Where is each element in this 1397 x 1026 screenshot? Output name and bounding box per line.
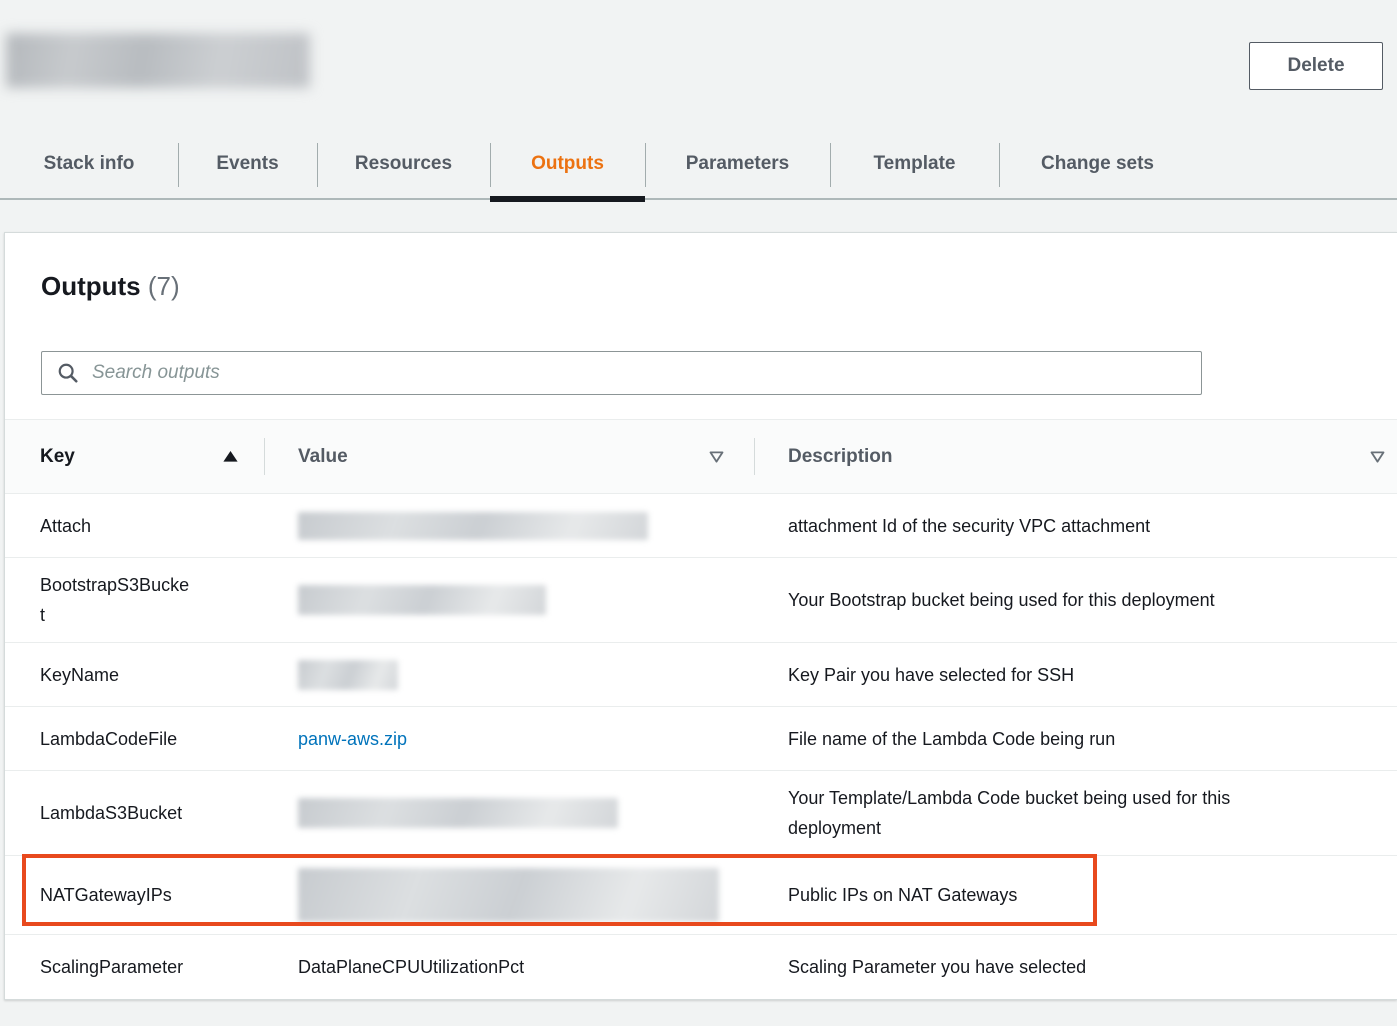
key-cell: KeyName [5,660,264,690]
output-description: Scaling Parameter you have selected [788,952,1086,982]
table-row: Attach attachment Id of the security VPC … [5,494,1397,558]
tab-bar: Stack info Events Resources Outputs Para… [0,130,1397,200]
output-description: Public IPs on NAT Gateways [788,880,1017,910]
table-row: KeyName Key Pair you have selected for SS… [5,643,1397,707]
value-cell: panw-aws.zip [264,724,754,754]
table-row: LambdaCodeFile panw-aws.zip File name of t… [5,707,1397,771]
description-cell: Your Bootstrap bucket being used for thi… [754,585,1397,615]
output-key: BootstrapS3Bucket [40,570,191,630]
redacted-value [298,512,648,540]
value-cell [264,585,754,615]
search-icon [57,362,79,384]
outputs-panel: Outputs (7) Key [4,232,1397,1000]
column-label-description: Description [788,446,893,468]
key-cell: BootstrapS3Bucket [5,570,264,630]
filter-icon[interactable] [1370,451,1385,463]
column-header-value[interactable]: Value [264,420,754,493]
page-title: Outputs (7) [41,269,1361,303]
outputs-panel-header: Outputs (7) [5,233,1397,419]
search-input[interactable] [41,351,1202,395]
description-cell: Key Pair you have selected for SSH [754,660,1397,690]
table-row: ScalingParameter DataPlaneCPUUtilizationP… [5,935,1397,999]
outputs-table: Key Value Description [5,419,1397,999]
description-cell: File name of the Lambda Code being run [754,724,1397,754]
output-key: LambdaCodeFile [40,724,177,754]
value-cell [264,660,754,690]
value-cell [264,512,754,540]
description-cell: attachment Id of the security VPC attach… [754,511,1397,541]
column-header-description[interactable]: Description [754,420,1397,493]
redacted-value [298,798,618,828]
column-header-key[interactable]: Key [5,420,264,493]
column-label-value: Value [298,446,348,468]
table-row: LambdaS3Bucket Your Template/Lambda Code … [5,771,1397,856]
redacted-value [298,660,398,690]
tab-parameters[interactable]: Parameters [645,130,830,198]
output-key: KeyName [40,660,119,690]
tab-stack-info[interactable]: Stack info [0,130,178,198]
output-description: attachment Id of the security VPC attach… [788,511,1150,541]
search-box [41,351,1202,395]
output-key: Attach [40,511,91,541]
stack-header: Delete [0,0,1397,130]
output-description: Key Pair you have selected for SSH [788,660,1074,690]
output-value: DataPlaneCPUUtilizationPct [298,957,524,977]
outputs-count: (7) [148,271,180,301]
stack-name-redacted [6,33,310,88]
table-row: NATGatewayIPs Public IPs on NAT Gateways [5,856,1397,935]
table-header-row: Key Value Description [5,419,1397,494]
output-key: NATGatewayIPs [40,880,172,910]
delete-button[interactable]: Delete [1249,42,1383,90]
description-cell: Your Template/Lambda Code bucket being u… [754,783,1397,843]
tab-resources[interactable]: Resources [317,130,490,198]
key-cell: ScalingParameter [5,952,264,982]
column-label-key: Key [40,446,75,468]
redacted-value [298,868,719,922]
value-cell [264,868,754,922]
key-cell: LambdaCodeFile [5,724,264,754]
key-cell: NATGatewayIPs [5,880,264,910]
cloudformation-stack-page: Delete Stack info Events Resources Outpu… [0,0,1397,1026]
output-description: File name of the Lambda Code being run [788,724,1115,754]
output-value-link[interactable]: panw-aws.zip [298,729,407,749]
description-cell: Public IPs on NAT Gateways [754,880,1397,910]
output-description: Your Template/Lambda Code bucket being u… [788,783,1318,843]
table-body: Attach attachment Id of the security VPC … [5,494,1397,999]
output-key: LambdaS3Bucket [40,798,182,828]
description-cell: Scaling Parameter you have selected [754,952,1397,982]
redacted-value [298,585,546,615]
key-cell: LambdaS3Bucket [5,798,264,828]
filter-icon[interactable] [709,451,724,463]
tab-template[interactable]: Template [830,130,999,198]
sort-ascending-icon[interactable] [223,451,238,462]
tab-change-sets[interactable]: Change sets [999,130,1196,198]
value-cell [264,798,754,828]
tab-events[interactable]: Events [178,130,317,198]
output-description: Your Bootstrap bucket being used for thi… [788,585,1215,615]
tab-outputs[interactable]: Outputs [490,130,645,198]
table-row: BootstrapS3Bucket Your Bootstrap bucket b… [5,558,1397,643]
value-cell: DataPlaneCPUUtilizationPct [264,952,754,982]
panel-title-text: Outputs [41,271,141,301]
key-cell: Attach [5,511,264,541]
output-key: ScalingParameter [40,952,183,982]
